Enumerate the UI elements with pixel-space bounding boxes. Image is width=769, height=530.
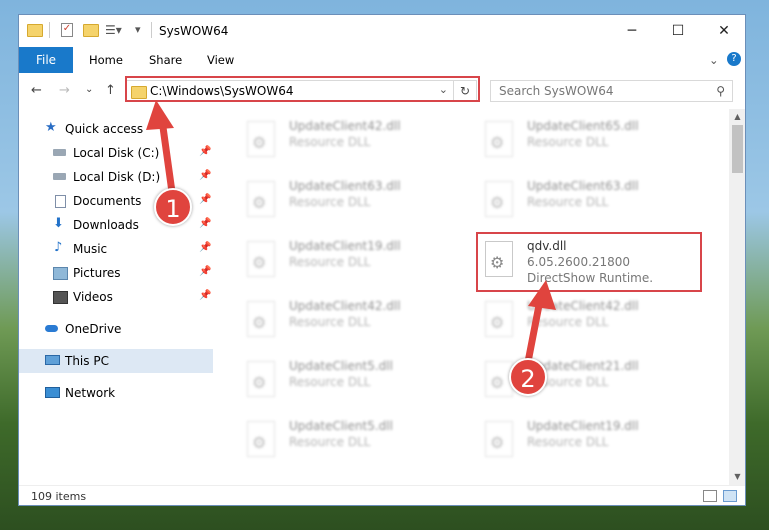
arrow-2 [524, 280, 556, 366]
annotation-arrows [146, 100, 556, 366]
step-2-badge: 2 [509, 358, 547, 396]
arrow-1 [146, 100, 176, 196]
step-1-badge: 1 [154, 188, 192, 226]
